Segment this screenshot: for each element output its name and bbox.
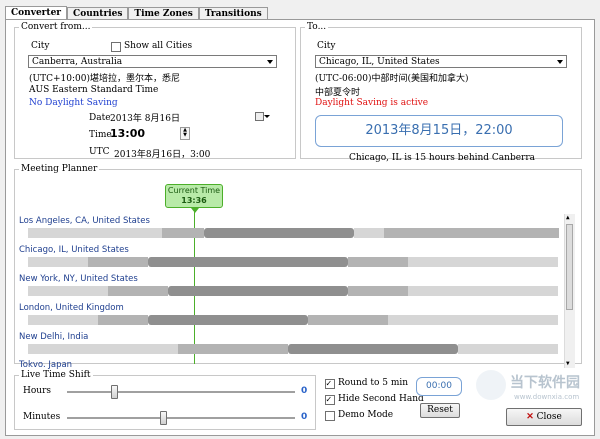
to-tz-line: (UTC-06:00)中部时间(美国和加拿大) — [315, 74, 469, 84]
to-std-name: 中部夏令时 — [315, 88, 361, 98]
chevron-down-icon — [264, 115, 270, 118]
scroll-up-icon[interactable]: ▲ — [566, 214, 570, 222]
convert-from-group: Convert from... City Show all Cities Can… — [14, 22, 296, 160]
watermark-url: www.downxia.com — [514, 393, 580, 401]
utc-value: 2013年8月16日，3:00 — [114, 150, 211, 160]
minutes-label: Minutes — [23, 412, 61, 422]
from-city-label: City — [31, 41, 50, 51]
watermark-text: 当下软件园 — [510, 375, 580, 391]
demo-mode-label: Demo Mode — [338, 410, 394, 420]
shift-clock-display: 00:00 — [416, 377, 462, 396]
chevron-down-icon — [267, 60, 273, 64]
round-to-5-min-label: Round to 5 min — [338, 378, 409, 388]
from-std-name: AUS Eastern Standard Time — [29, 85, 159, 95]
planner-city-label: London, United Kingdom — [19, 303, 124, 313]
current-time-pointer — [191, 208, 199, 213]
hide-second-hand-checkbox[interactable] — [325, 395, 335, 405]
current-time-marker: Current Time 13:36 — [165, 184, 223, 208]
planner-city-label: Chicago, IL, United States — [19, 245, 129, 255]
date-label: Date — [89, 113, 111, 123]
hours-slider-thumb[interactable] — [111, 385, 119, 399]
converter-panel: Convert from... City Show all Cities Can… — [5, 19, 595, 436]
planner-timeline-bar[interactable] — [28, 344, 562, 354]
scrollbar-thumb[interactable] — [566, 224, 573, 310]
planner-timeline-bar[interactable] — [28, 228, 562, 238]
planner-scrollbar[interactable]: ▲ ▼ — [564, 214, 575, 368]
planner-city-label: New Delhi, India — [19, 332, 89, 342]
date-picker[interactable]: 2013年 8月16日 — [110, 111, 270, 124]
scroll-down-icon[interactable]: ▼ — [566, 360, 570, 368]
to-city-select[interactable]: Chicago, IL, United States — [315, 55, 567, 68]
time-spinner[interactable]: ▲ ▼ — [180, 127, 190, 140]
planner-city-label: New York, NY, United States — [19, 274, 138, 284]
minutes-slider[interactable] — [67, 410, 307, 426]
reset-button[interactable]: Reset — [420, 403, 460, 418]
to-group: To... City Chicago, IL, United States (U… — [300, 22, 582, 163]
from-dst-status: No Daylight Saving — [29, 98, 118, 108]
hours-slider[interactable] — [67, 384, 307, 400]
to-city-label: City — [317, 41, 336, 51]
meeting-planner-group: Meeting Planner Current Time 13:36 Los A… — [14, 164, 582, 370]
demo-mode-checkbox[interactable] — [325, 411, 335, 421]
close-button[interactable]: ✕ Close — [506, 408, 582, 426]
show-all-cities-checkbox[interactable] — [111, 42, 121, 52]
planner-timeline-bar[interactable] — [28, 315, 562, 325]
hide-second-hand-label: Hide Second Hand — [338, 394, 424, 404]
planner-city-label: Tokvo. Japan — [19, 360, 73, 370]
time-difference-text: Chicago, IL is 15 hours behind Canberra — [349, 153, 536, 163]
close-icon: ✕ — [526, 412, 534, 422]
utc-label: UTC — [89, 147, 110, 157]
hours-value: 0 — [301, 386, 308, 396]
from-tz-line: (UTC+10:00)堪培拉，墨尔本，悉尼 — [29, 74, 180, 84]
show-all-cities-label: Show all Cities — [124, 41, 193, 51]
to-dst-status: Daylight Saving is active — [315, 98, 429, 108]
converted-time-display: 2013年8月15日，22:00 — [315, 115, 563, 147]
planner-timeline-bar[interactable] — [28, 257, 562, 267]
planner-city-label: Los Angeles, CA, United States — [19, 216, 150, 226]
tab-strip: Converter Countries Time Zones Transitio… — [5, 6, 268, 21]
minutes-slider-thumb[interactable] — [159, 411, 167, 425]
convert-from-legend: Convert from... — [21, 22, 91, 32]
watermark-logo-icon — [476, 370, 506, 400]
to-legend: To... — [307, 22, 327, 32]
hours-label: Hours — [23, 386, 51, 396]
from-city-select[interactable]: Canberra, Australia — [28, 55, 277, 68]
meeting-planner-legend: Meeting Planner — [21, 164, 98, 174]
time-input[interactable]: 13:00 ▲ ▼ — [110, 127, 190, 141]
chevron-down-icon — [557, 60, 563, 64]
calendar-icon[interactable] — [255, 112, 264, 121]
round-to-5-min-checkbox[interactable] — [325, 379, 335, 389]
time-label: Time — [89, 130, 112, 140]
minutes-value: 0 — [301, 412, 308, 422]
live-time-shift-group: Live Time Shift Hours 0 Minutes 0 — [14, 370, 316, 430]
live-time-shift-legend: Live Time Shift — [21, 370, 91, 380]
planner-timeline-bar[interactable] — [28, 286, 562, 296]
